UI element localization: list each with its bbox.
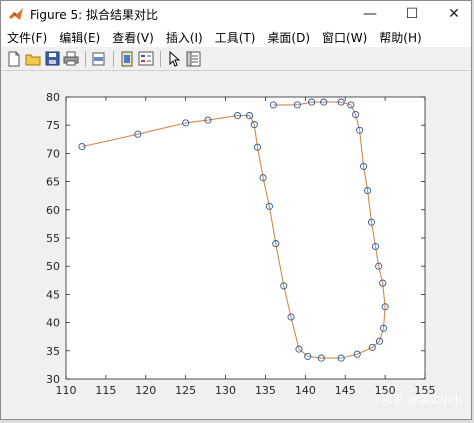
new-figure-button[interactable]: [5, 50, 23, 68]
x-tick-label: 115: [95, 384, 116, 397]
open-file-button[interactable]: [24, 50, 42, 68]
print-preview-icon: [92, 52, 105, 65]
close-icon: ✕: [448, 6, 460, 22]
open-file-icon: [25, 54, 41, 65]
plot-area: [66, 97, 425, 379]
y-tick-label: 60: [46, 204, 60, 217]
y-tick-label: 50: [46, 260, 60, 273]
x-tick-label: 145: [335, 384, 356, 397]
title-bar[interactable]: Figure 5: 拟合结果对比 — ☐ ✕: [1, 1, 471, 27]
menu-file[interactable]: 文件(F): [1, 29, 53, 46]
figure-window: Figure 5: 拟合结果对比 — ☐ ✕ 文件(F) 编辑(E) 查看(V)…: [0, 0, 472, 420]
minimize-icon: —: [363, 6, 377, 22]
y-tick-label: 30: [46, 373, 60, 386]
toolbar-separator: [113, 50, 114, 67]
print-preview-button[interactable]: [90, 50, 108, 68]
edit-plot-button[interactable]: [165, 50, 183, 68]
menu-view[interactable]: 查看(V): [106, 29, 160, 46]
menu-edit[interactable]: 编辑(E): [53, 29, 106, 46]
menu-tools[interactable]: 工具(T): [209, 29, 262, 46]
property-editor-button[interactable]: [184, 50, 202, 68]
menu-bar: 文件(F) 编辑(E) 查看(V) 插入(I) 工具(T) 桌面(D) 窗口(W…: [1, 27, 471, 47]
watermark: 知乎 @洛北小小: [381, 393, 463, 406]
x-tick-label: 130: [215, 384, 236, 397]
print-button[interactable]: [62, 50, 80, 68]
save-icon: [45, 51, 59, 66]
x-tick-label: 120: [135, 384, 156, 397]
y-tick-label: 40: [46, 317, 60, 330]
link-plot-button[interactable]: [118, 50, 136, 68]
window-title: Figure 5: 拟合结果对比: [30, 7, 158, 22]
y-tick-label: 75: [46, 119, 60, 132]
menu-help[interactable]: 帮助(H): [373, 29, 427, 46]
y-tick-label: 55: [46, 232, 60, 245]
close-button[interactable]: ✕: [437, 1, 471, 27]
figure-toolbar: [1, 47, 471, 71]
print-icon: [63, 51, 79, 66]
matlab-app-icon: [9, 8, 23, 20]
x-tick-label: 125: [175, 384, 196, 397]
menu-window[interactable]: 窗口(W): [316, 29, 373, 46]
edit-plot-icon: [169, 50, 180, 67]
y-tick-label: 35: [46, 345, 60, 358]
insert-legend-button[interactable]: [137, 50, 155, 68]
insert-legend-icon: [138, 51, 154, 66]
y-tick-label: 65: [46, 176, 60, 189]
save-button[interactable]: [43, 50, 61, 68]
menu-desktop[interactable]: 桌面(D): [261, 29, 316, 46]
x-tick-label: 135: [255, 384, 276, 397]
y-tick-label: 70: [46, 147, 60, 160]
link-plot-icon: [121, 51, 133, 66]
y-tick-label: 80: [46, 91, 60, 104]
toolbar-separator: [85, 50, 86, 67]
y-tick-label: 45: [46, 288, 60, 301]
new-figure-icon: [8, 51, 20, 66]
figure-canvas: 110 115 120 125 130 135 140 145 150 155 30 35 40 45 50…: [2, 72, 470, 419]
x-tick-label: 140: [295, 384, 316, 397]
property-editor-icon: [186, 51, 200, 66]
toolbar-separator: [160, 50, 161, 67]
maximize-icon: ☐: [405, 6, 419, 22]
maximize-button[interactable]: ☐: [395, 1, 429, 27]
line-chart[interactable]: 110 115 120 125 130 135 140 145 150 1553035404550…: [2, 72, 470, 419]
menu-insert[interactable]: 插入(I): [160, 29, 209, 46]
minimize-button[interactable]: —: [353, 1, 387, 27]
